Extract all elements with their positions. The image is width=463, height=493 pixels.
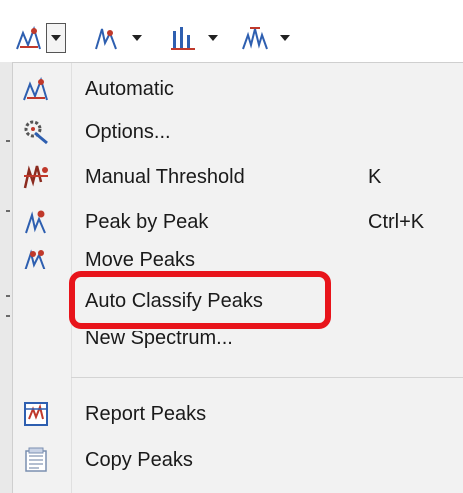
highlight-box (69, 271, 331, 329)
chevron-down-icon[interactable] (208, 35, 218, 41)
menu-item-new-spectrum[interactable]: New Spectrum... (13, 331, 463, 357)
automatic-dropdown-arrow[interactable] (46, 23, 66, 53)
peaks-toolbar (0, 0, 463, 62)
bar-peaks-icon (171, 27, 195, 50)
menu-item-label: Peak by Peak (85, 210, 209, 233)
menu-item-shortcut: K (368, 165, 382, 188)
automatic-peaks-button[interactable] (14, 21, 66, 55)
menu-item-label: Copy Peaks (85, 448, 193, 471)
automatic-icon (23, 76, 48, 101)
menu-item-manual-threshold[interactable]: Manual Threshold K (13, 155, 463, 199)
move-peaks-icon (24, 249, 46, 269)
menu-item-automatic[interactable]: Automatic (13, 67, 463, 111)
menu-item-label: Report Peaks (85, 402, 207, 425)
edge-mark (6, 315, 10, 317)
menu-item-shortcut: Ctrl+K (368, 210, 425, 233)
report-peaks-icon (24, 402, 48, 426)
chevron-down-icon (51, 35, 61, 41)
menu-item-label: Automatic (85, 77, 174, 100)
peak-pick-button[interactable] (92, 21, 142, 55)
peak-pick-icon (95, 28, 117, 50)
edge-mark (6, 295, 10, 297)
chevron-down-icon[interactable] (132, 35, 142, 41)
manual-threshold-icon (23, 165, 48, 189)
menu-item-label: Options... (85, 120, 171, 143)
bar-peaks-button[interactable] (168, 21, 218, 55)
automatic-peaks-icon (16, 25, 41, 50)
options-icon (24, 120, 48, 145)
menu-item-copy-peaks[interactable]: Copy Peaks (13, 438, 463, 482)
menu-item-label: Move Peaks (85, 249, 196, 269)
copy-peaks-icon (25, 447, 47, 472)
menu-item-options[interactable]: Options... (13, 110, 463, 154)
multiplet-button[interactable] (240, 21, 290, 55)
edge-mark (6, 210, 10, 212)
menu-item-label: New Spectrum... (85, 331, 233, 349)
edge-mark (6, 140, 10, 142)
peaks-dropdown-menu: Automatic Options... Manual Threshold K … (12, 62, 463, 493)
menu-item-move-peaks[interactable]: Move Peaks (13, 243, 463, 269)
menu-item-label: Manual Threshold (85, 165, 245, 188)
chevron-down-icon[interactable] (280, 35, 290, 41)
peak-by-peak-icon (25, 210, 46, 234)
window-edge (0, 62, 12, 493)
menu-item-report-peaks[interactable]: Report Peaks (13, 392, 463, 436)
multiplet-icon (242, 27, 268, 50)
menu-separator (71, 377, 463, 378)
menu-item-peak-by-peak[interactable]: Peak by Peak Ctrl+K (13, 200, 463, 244)
